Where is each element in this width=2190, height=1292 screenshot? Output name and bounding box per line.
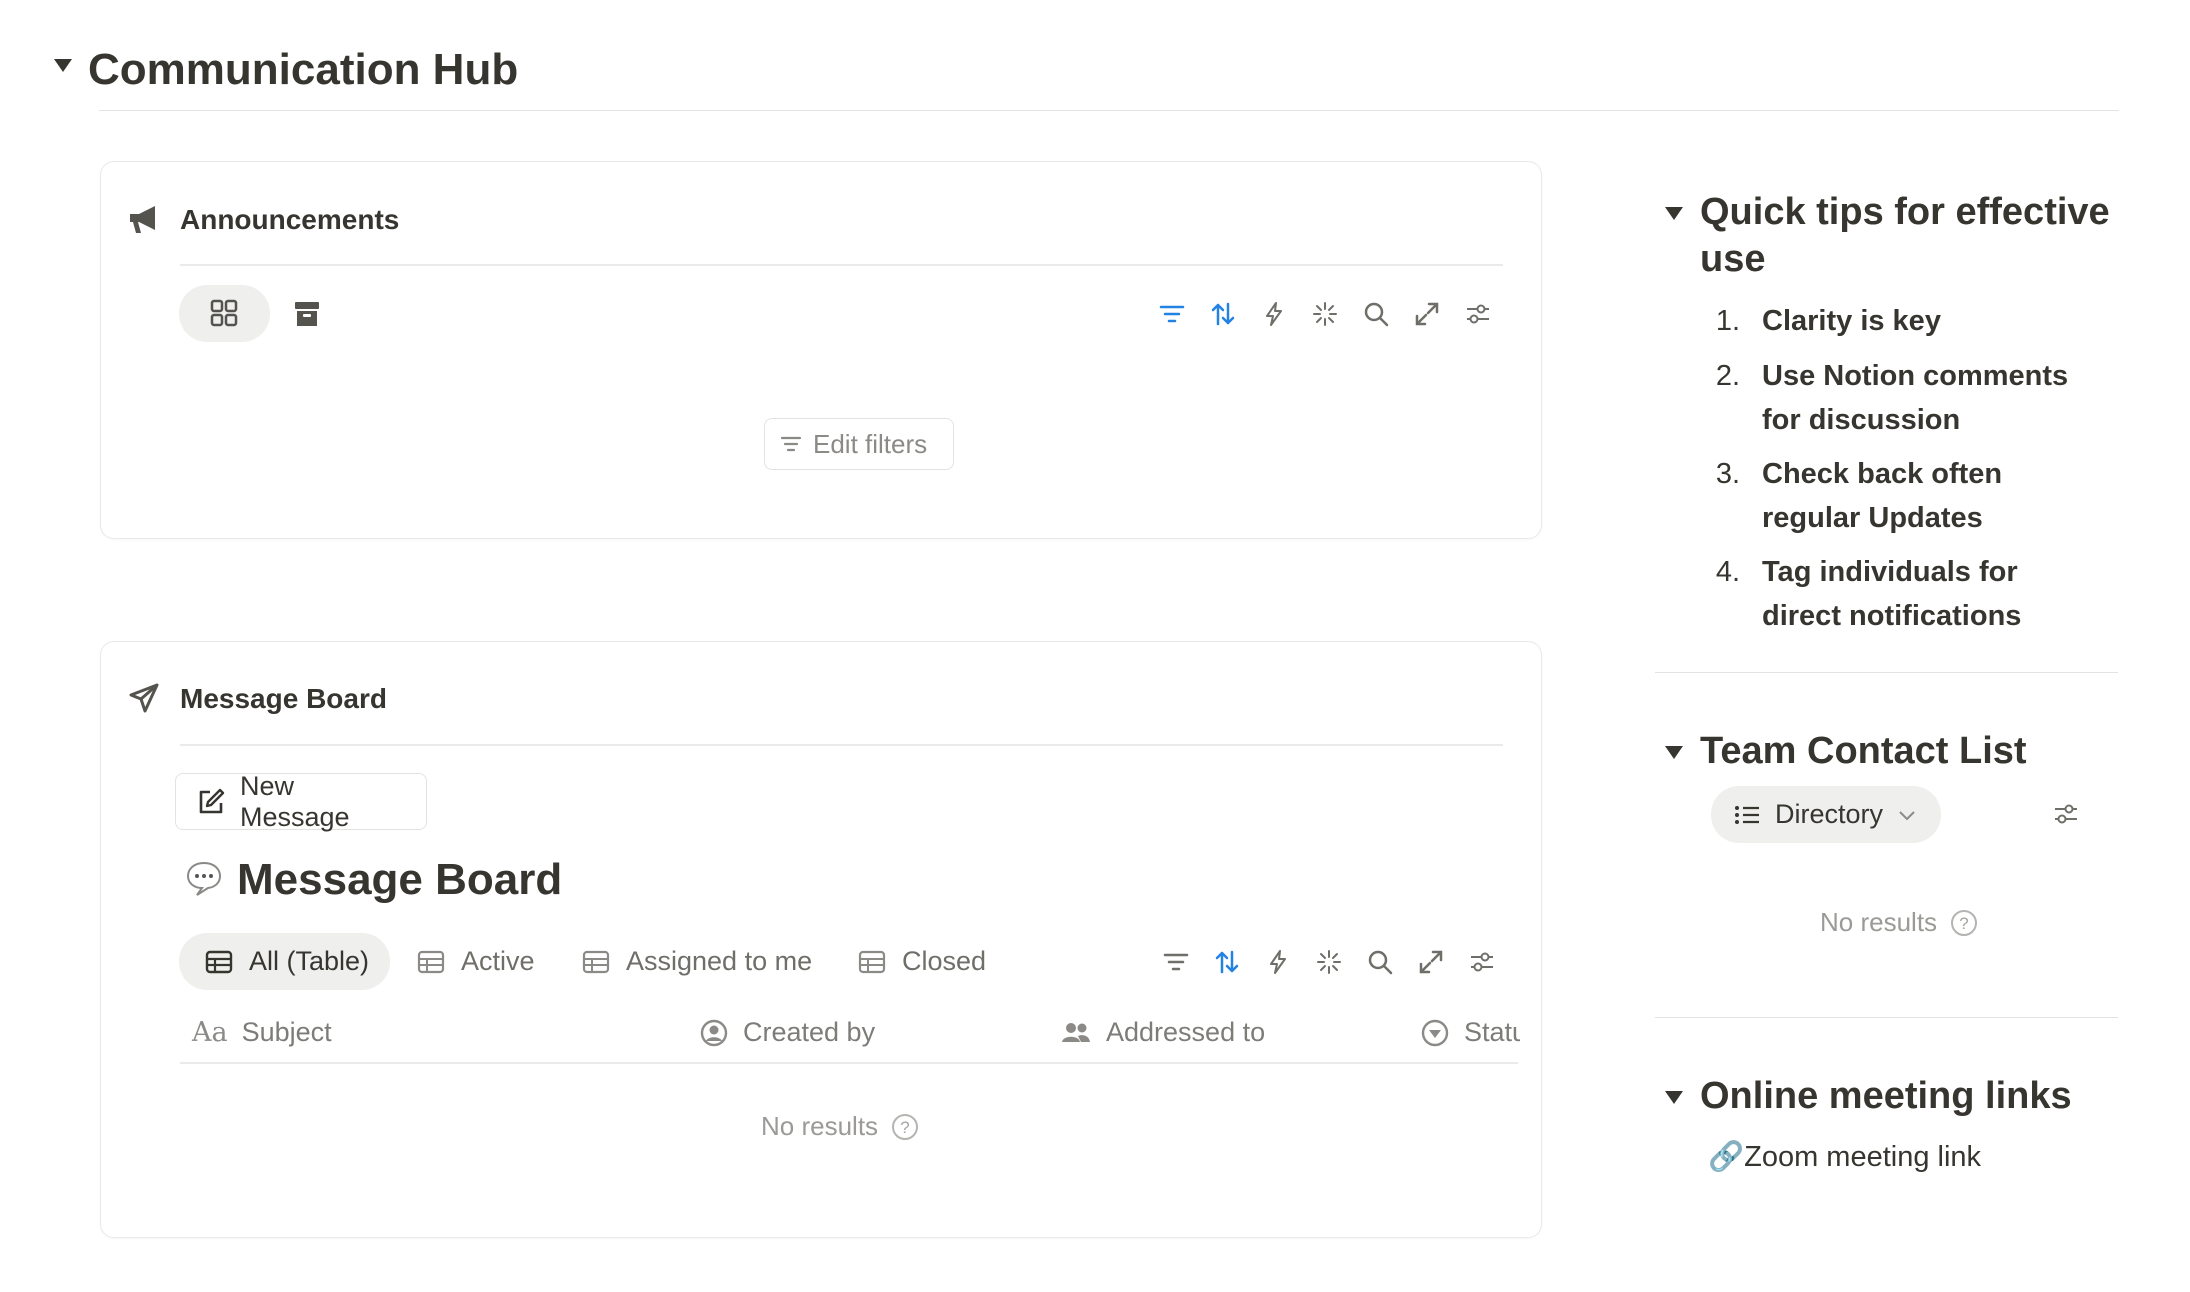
right-divider [1655,1017,2118,1018]
sort-icon[interactable] [1210,945,1244,979]
message-board-divider [180,744,1503,746]
edit-filters-button[interactable]: Edit filters [764,418,954,470]
tab-closed[interactable]: Closed [858,933,986,990]
edit-filters-label: Edit filters [813,428,928,459]
ai-sparkle-icon[interactable] [1312,945,1346,979]
right-divider [1655,672,2118,673]
column-label: Subject [241,1017,332,1047]
zoom-meeting-link[interactable]: 🔗Zoom meeting link [1708,1140,1981,1174]
sort-icon[interactable] [1206,297,1240,331]
tip-text[interactable]: Use Notion comments for discussion [1762,354,2102,442]
text-property-icon: Aa [192,1017,228,1048]
filter-lines-icon [779,432,803,456]
tip-number: 3. [1715,458,1740,490]
megaphone-icon [127,203,161,235]
chevron-down-icon [1897,808,1917,822]
paper-plane-icon [127,681,161,715]
automation-bolt-icon[interactable] [1261,945,1295,979]
meeting-links-title[interactable]: Online meeting links [1700,1073,2072,1120]
automation-bolt-icon[interactable] [1257,297,1291,331]
tab-assigned-to-me[interactable]: Assigned to me [582,933,812,990]
table-header-divider [180,1062,1518,1064]
quick-tips-title[interactable]: Quick tips for effective use [1700,189,2130,283]
team-contact-toggle-icon[interactable] [1663,741,1685,763]
column-label: Created by [743,1017,876,1047]
expand-icon[interactable] [1410,297,1444,331]
tab-label: Active [461,946,535,976]
tip-number: 1. [1715,305,1740,337]
column-addressed-to[interactable]: Addressed to [1060,1017,1265,1048]
column-label: Addressed to [1106,1017,1266,1047]
status-icon [1420,1018,1450,1048]
table-icon [858,950,886,974]
settings-sliders-icon[interactable] [2049,797,2083,831]
meeting-links-toggle-icon[interactable] [1663,1086,1685,1108]
filter-icon[interactable] [1159,945,1193,979]
speech-bubble-icon [185,859,223,897]
search-icon[interactable] [1359,297,1393,331]
people-icon [1060,1018,1092,1048]
tip-text[interactable]: Check back often regular Updates [1762,452,2102,540]
table-icon [417,950,445,974]
column-status[interactable]: Statu [1420,1017,1520,1048]
ai-sparkle-icon[interactable] [1308,297,1342,331]
column-subject[interactable]: Aa Subject [192,1017,332,1048]
tip-number: 2. [1715,360,1740,392]
tab-active[interactable]: Active [417,933,535,990]
tip-item: 4. Tag individuals for direct notificati… [1700,550,2102,638]
page-title[interactable]: Communication Hub [88,40,518,100]
help-circle-icon[interactable]: ? [890,1112,920,1142]
tab-label: Assigned to me [626,946,813,976]
section-toggle-icon[interactable] [52,54,74,76]
svg-text:?: ? [900,1118,909,1137]
empty-label: No results [761,1111,879,1141]
team-contact-empty-state: No results ? [1820,907,1979,938]
column-label: Statu [1464,1017,1520,1047]
empty-label: No results [1820,907,1938,937]
person-circle-icon [699,1018,729,1048]
expand-icon[interactable] [1414,945,1448,979]
quick-tips-toggle-icon[interactable] [1663,202,1685,224]
table-header: Aa Subject Created by Addressed to Statu [180,1010,1520,1062]
message-board-empty-state: No results ? [761,1111,920,1142]
help-circle-icon[interactable]: ? [1949,908,1979,938]
table-icon [582,950,610,974]
team-contact-title[interactable]: Team Contact List [1700,728,2027,775]
new-message-label: New Message [240,770,350,832]
tip-item: 1. Clarity is key [1700,299,2102,343]
tip-item: 3. Check back often regular Updates [1700,452,2102,540]
table-icon [205,950,233,974]
list-icon [1733,803,1761,827]
compose-icon [196,787,226,817]
settings-sliders-icon[interactable] [1465,945,1499,979]
archive-view-icon[interactable] [290,297,324,331]
tab-label: All (Table) [249,946,370,976]
tip-text[interactable]: Clarity is key [1762,299,2102,343]
notion-page: Communication Hub Announcements Edit fil… [0,0,2190,1292]
gallery-view-button[interactable] [179,285,270,342]
heading-divider [99,110,2119,111]
tip-text[interactable]: Tag individuals for direct notifications [1762,550,2102,638]
announcements-title[interactable]: Announcements [180,201,399,239]
tip-item: 2. Use Notion comments for discussion [1700,354,2102,442]
database-title[interactable]: Message Board [237,852,562,908]
new-message-button[interactable]: New Message [175,770,427,832]
column-created-by[interactable]: Created by [699,1017,875,1048]
tab-all-table[interactable]: All (Table) [179,933,390,990]
tab-label: Closed [902,946,987,976]
search-icon[interactable] [1363,945,1397,979]
tip-number: 4. [1715,556,1740,588]
announcements-divider [180,264,1503,266]
filter-icon[interactable] [1155,297,1189,331]
directory-view-button[interactable]: Directory [1711,786,1941,843]
svg-text:?: ? [1959,914,1968,933]
directory-label: Directory [1775,799,1884,829]
message-board-title[interactable]: Message Board [180,680,387,718]
settings-sliders-icon[interactable] [1461,297,1495,331]
